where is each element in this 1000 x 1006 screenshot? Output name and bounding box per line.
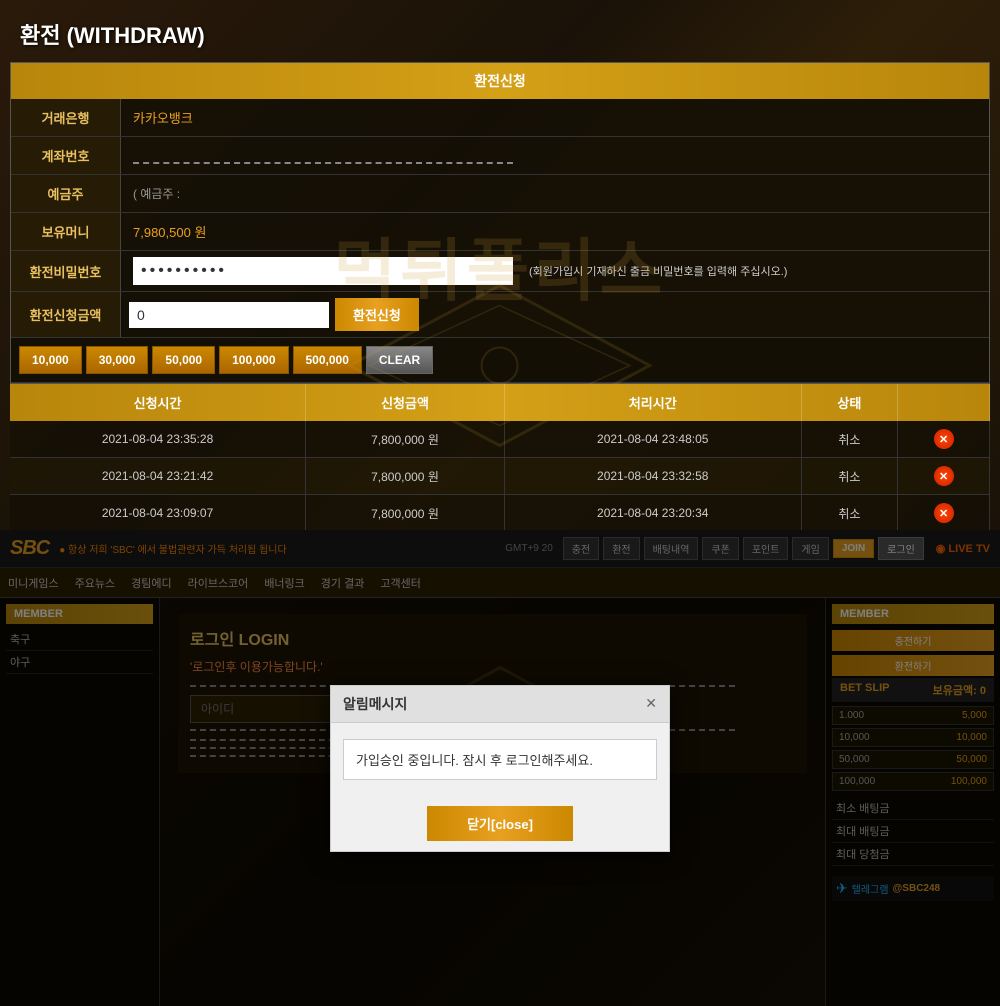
alert-body: 가입승인 중입니다. 잠시 후 로그인해주세요. [331, 723, 669, 796]
alert-dialog: 알림메시지 ✕ 가입승인 중입니다. 잠시 후 로그인해주세요. 닫기[clos… [330, 685, 670, 852]
amount-row: 환전신청금액 환전신청 [11, 292, 989, 338]
withdraw-form-panel: 환전신청 거래은행 카카오뱅크 계좌번호 예금주 ( 예금주 : 보유머니 7,… [10, 62, 990, 384]
quick-btn-500000[interactable]: 500,000 [293, 346, 362, 374]
col-amount: 신청금액 [306, 384, 505, 421]
submit-button[interactable]: 환전신청 [335, 298, 419, 331]
row2-cancel-btn-cell: ✕ [898, 458, 990, 495]
quick-btn-10000[interactable]: 10,000 [19, 346, 82, 374]
password-label: 환전비밀번호 [11, 251, 121, 291]
col-process-time: 처리시간 [504, 384, 801, 421]
history-tbody: 2021-08-04 23:35:28 7,800,000 원 2021-08-… [10, 421, 990, 530]
row3-amount: 7,800,000 원 [306, 495, 505, 531]
balance-label: 보유머니 [11, 213, 121, 250]
quick-btn-30000[interactable]: 30,000 [86, 346, 149, 374]
depositor-value: ( 예금주 : [121, 179, 989, 208]
password-hint: (회원가입시 기재하신 출금 비밀번호를 입력해 주십시오.) [529, 263, 787, 279]
col-status: 상태 [801, 384, 898, 421]
row2-process-time: 2021-08-04 23:32:58 [504, 458, 801, 495]
quick-btn-50000[interactable]: 50,000 [152, 346, 215, 374]
row3-cancel-btn-cell: ✕ [898, 495, 990, 531]
password-input[interactable] [133, 257, 513, 285]
alert-message: 가입승인 중입니다. 잠시 후 로그인해주세요. [343, 739, 657, 780]
balance-value: 7,980,500 원 [121, 216, 989, 247]
col-request-time: 신청시간 [10, 384, 306, 421]
table-row: 2021-08-04 23:21:42 7,800,000 원 2021-08-… [10, 458, 990, 495]
quick-amounts-row: 10,000 30,000 50,000 100,000 500,000 CLE… [11, 338, 989, 383]
row3-status: 취소 [801, 495, 898, 531]
page-title: 환전 (WITHDRAW) [20, 23, 205, 48]
alert-overlay: 알림메시지 ✕ 가입승인 중입니다. 잠시 후 로그인해주세요. 닫기[clos… [0, 530, 1000, 1006]
bank-label: 거래은행 [11, 99, 121, 136]
amount-label: 환전신청금액 [11, 292, 121, 337]
form-panel-header: 환전신청 [11, 63, 989, 99]
depositor-row: 예금주 ( 예금주 : [11, 175, 989, 213]
row1-cancel-btn-cell: ✕ [898, 421, 990, 458]
quick-btn-100000[interactable]: 100,000 [219, 346, 288, 374]
alert-title: 알림메시지 [343, 694, 407, 714]
amount-input[interactable] [129, 302, 329, 328]
row1-cancel-button[interactable]: ✕ [934, 429, 954, 449]
depositor-label: 예금주 [11, 175, 121, 212]
alert-header-close-button[interactable]: ✕ [645, 695, 657, 712]
bank-row: 거래은행 카카오뱅크 [11, 99, 989, 137]
bottom-section: 먹튀폴리스 SBC ● 항상 저희 'SBC' 에서 불법관련자 가득 처리됩 … [0, 530, 1000, 1006]
clear-button[interactable]: CLEAR [366, 346, 433, 374]
row1-process-time: 2021-08-04 23:48:05 [504, 421, 801, 458]
account-label: 계좌번호 [11, 137, 121, 174]
password-row: 환전비밀번호 (회원가입시 기재하신 출금 비밀번호를 입력해 주십시오.) [11, 251, 989, 292]
history-table: 신청시간 신청금액 처리시간 상태 2021-08-04 23:35:28 7,… [10, 384, 990, 530]
row2-amount: 7,800,000 원 [306, 458, 505, 495]
alert-header: 알림메시지 ✕ [331, 686, 669, 723]
row3-cancel-button[interactable]: ✕ [934, 503, 954, 523]
amount-field-container: 환전신청 [121, 292, 989, 337]
history-thead: 신청시간 신청금액 처리시간 상태 [10, 384, 990, 421]
table-row: 2021-08-04 23:35:28 7,800,000 원 2021-08-… [10, 421, 990, 458]
table-row: 2021-08-04 23:09:07 7,800,000 원 2021-08-… [10, 495, 990, 531]
row1-status: 취소 [801, 421, 898, 458]
account-row: 계좌번호 [11, 137, 989, 175]
bank-value: 카카오뱅크 [121, 102, 989, 133]
row2-request-time: 2021-08-04 23:21:42 [10, 458, 306, 495]
password-field-container: (회원가입시 기재하신 출금 비밀번호를 입력해 주십시오.) [121, 251, 989, 291]
col-action [898, 384, 990, 421]
row3-process-time: 2021-08-04 23:20:34 [504, 495, 801, 531]
row1-request-time: 2021-08-04 23:35:28 [10, 421, 306, 458]
top-section: 먹튀폴리스 환전 (WITHDRAW) 환전신청 거래은행 카카오뱅크 계좌번호… [0, 0, 1000, 530]
row2-cancel-button[interactable]: ✕ [934, 466, 954, 486]
row3-request-time: 2021-08-04 23:09:07 [10, 495, 306, 531]
balance-row: 보유머니 7,980,500 원 [11, 213, 989, 251]
alert-footer: 닫기[close] [331, 796, 669, 851]
row1-amount: 7,800,000 원 [306, 421, 505, 458]
account-value [121, 138, 989, 174]
alert-close-button[interactable]: 닫기[close] [427, 806, 573, 841]
row2-status: 취소 [801, 458, 898, 495]
page-header: 환전 (WITHDRAW) [0, 0, 1000, 62]
